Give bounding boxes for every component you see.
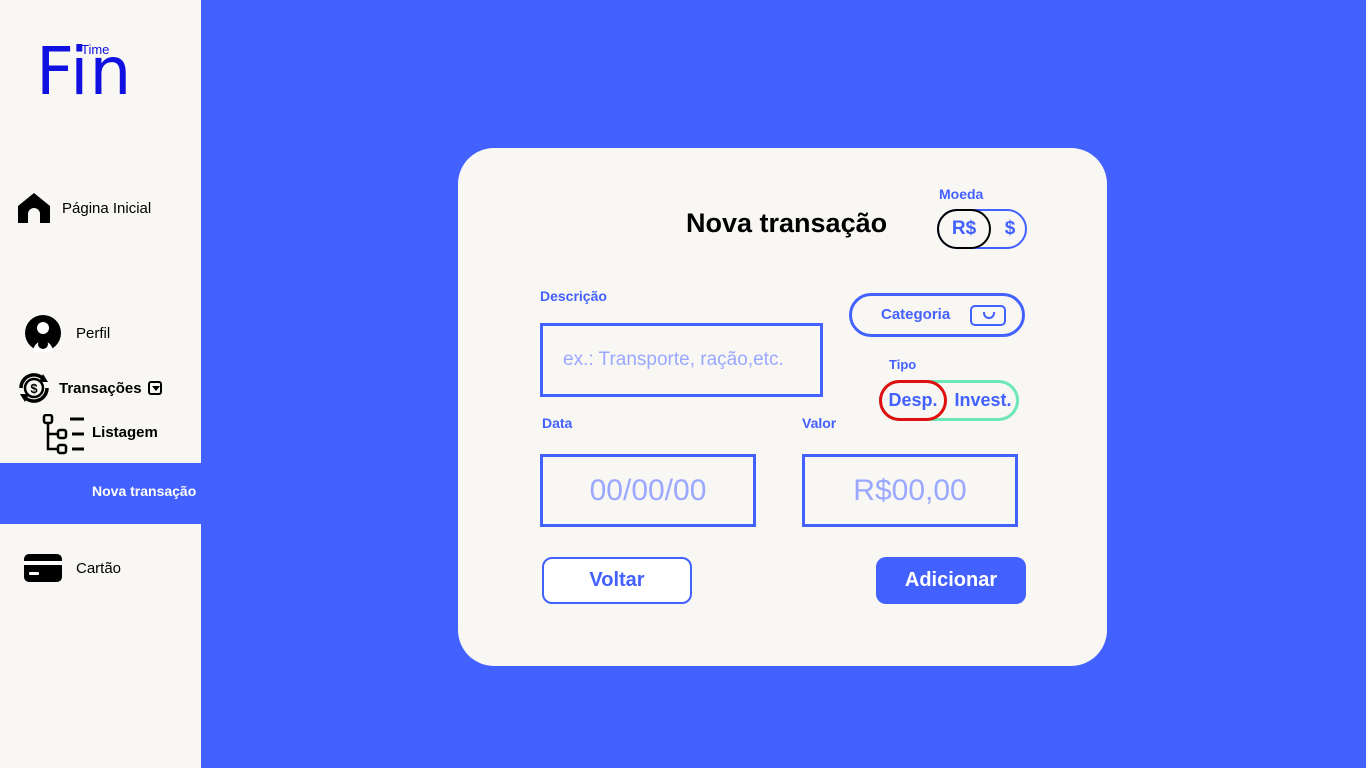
description-input[interactable] [540,323,823,397]
sidebar-item-new-transaction[interactable]: Nova transação [0,463,201,524]
type-option-investment[interactable]: Invest. [950,383,1016,418]
transactions-icon: $ [19,373,49,403]
user-icon [25,315,61,352]
date-label: Data [542,415,573,431]
sidebar-item-label: Transações [59,379,142,397]
chevron-down-icon[interactable] [970,305,1006,326]
sidebar-item-label: Página Inicial [62,199,152,217]
date-input[interactable] [540,454,756,527]
sidebar-item-listing[interactable]: Listagem [42,414,158,456]
svg-text:$: $ [30,381,38,396]
logo-sub-text: Time [81,42,110,57]
type-label: Tipo [889,357,917,372]
sidebar-item-label: Perfil [76,324,111,342]
page-title: Nova transação [686,208,888,238]
sidebar: Fin Time Página Inicial Perfil $ Transaç… [0,0,201,768]
sidebar-item-profile[interactable]: Perfil [24,314,110,352]
sidebar-item-card[interactable]: Cartão [24,553,121,583]
currency-label: Moeda [939,186,984,202]
add-button[interactable]: Adicionar [876,557,1026,604]
sidebar-item-label: Listagem [92,423,158,441]
sidebar-item-label: Nova transação [92,483,197,499]
currency-option-usd[interactable]: $ [995,211,1025,247]
category-label: Categoria [881,306,951,323]
type-option-expense[interactable]: Desp. [879,380,947,421]
description-label: Descrição [540,288,607,304]
app-logo[interactable]: Fin Time [36,39,131,105]
back-button[interactable]: Voltar [542,557,692,604]
value-label: Valor [802,415,837,431]
type-toggle[interactable]: Desp. Invest. [879,380,1019,421]
list-tree-icon [42,414,84,455]
category-select[interactable]: Categoria [849,293,1025,337]
credit-card-icon [24,554,62,582]
sidebar-item-label: Cartão [76,559,122,577]
chevron-down-icon[interactable] [147,381,162,395]
currency-option-brl[interactable]: R$ [937,209,991,249]
sidebar-item-home[interactable]: Página Inicial [16,190,151,226]
currency-toggle[interactable]: R$ $ [937,209,1027,249]
new-transaction-form: Nova transação Moeda R$ $ Descrição Cate… [458,148,1107,666]
home-icon [18,193,50,223]
sidebar-item-transactions[interactable]: $ Transações [15,369,162,407]
value-input[interactable] [802,454,1018,527]
